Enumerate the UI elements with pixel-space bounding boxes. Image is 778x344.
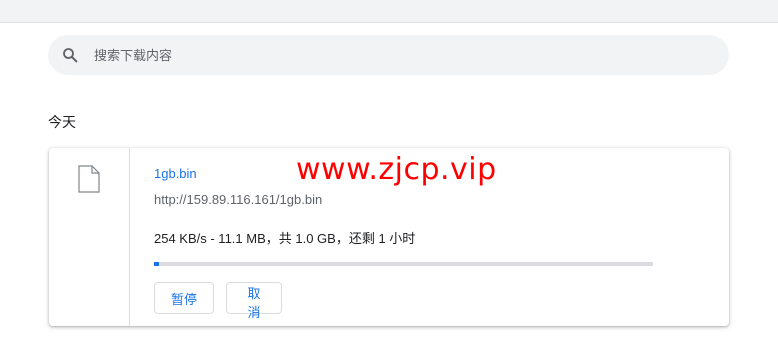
pause-button[interactable]: 暂停 bbox=[154, 282, 214, 314]
cancel-button[interactable]: 取消 bbox=[226, 282, 282, 320]
search-icon[interactable] bbox=[61, 46, 79, 64]
file-icon bbox=[78, 165, 100, 198]
file-icon-column bbox=[49, 148, 130, 326]
download-progress-bar bbox=[154, 262, 653, 266]
file-name-link[interactable]: 1gb.bin bbox=[154, 166, 197, 181]
download-progress-fill bbox=[154, 262, 160, 266]
file-url-link[interactable]: http://159.89.116.161/1gb.bin bbox=[154, 192, 322, 207]
watermark-text: www.zjcp.vip bbox=[296, 152, 497, 187]
search-bar[interactable] bbox=[48, 35, 729, 75]
search-input[interactable] bbox=[92, 42, 656, 68]
top-toolbar-strip bbox=[0, 0, 778, 23]
date-group-header: 今天 bbox=[48, 114, 76, 130]
download-status-text: 254 KB/s - 11.1 MB，共 1.0 GB，还剩 1 小时 bbox=[154, 231, 416, 246]
